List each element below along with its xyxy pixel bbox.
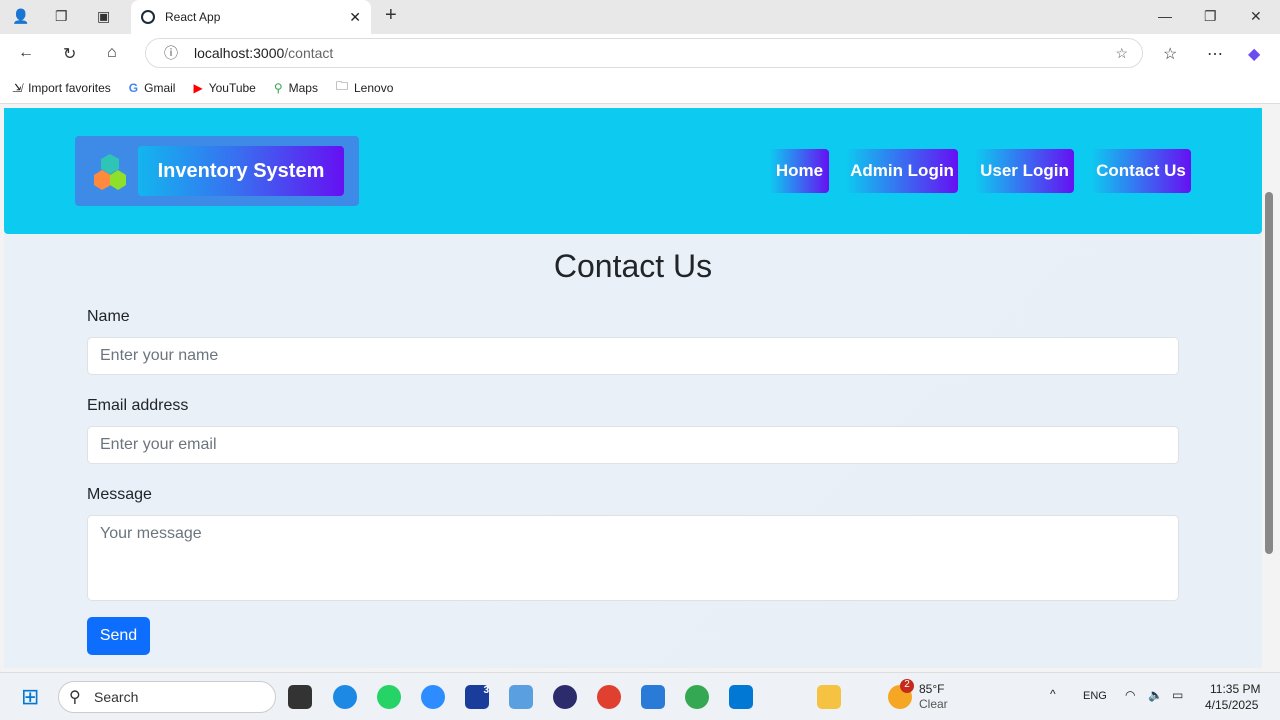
message-textarea[interactable]: Your message: [87, 515, 1179, 601]
whatsapp-icon[interactable]: [377, 685, 401, 709]
zoom-icon[interactable]: [421, 685, 445, 709]
navbar: Inventory System Home Admin Login User L…: [4, 108, 1262, 234]
cubes-logo-icon: [94, 154, 126, 190]
bookmark-import[interactable]: ⇲ Import favorites: [12, 81, 111, 95]
file-explorer-icon[interactable]: [817, 685, 841, 709]
wifi-icon[interactable]: ◠: [1125, 688, 1135, 702]
bookmark-label: Import favorites: [28, 80, 111, 95]
nav-contact-us[interactable]: Contact Us: [1091, 149, 1191, 193]
bookmark-lenovo[interactable]: 🗀 Lenovo: [336, 77, 393, 98]
close-tab-icon[interactable]: ✕: [349, 9, 361, 26]
bookmark-gmail[interactable]: G Gmail: [129, 81, 176, 95]
eclipse-icon[interactable]: [553, 685, 577, 709]
minimize-icon[interactable]: —: [1158, 8, 1172, 24]
clock-date[interactable]: 4/15/2025: [1205, 698, 1258, 712]
vscode-icon[interactable]: [729, 685, 753, 709]
brand[interactable]: Inventory System: [75, 136, 359, 206]
tab-actions-icon[interactable]: ▣: [97, 8, 110, 25]
contact-form: Name Enter your name Email address Enter…: [87, 308, 1179, 655]
chrome-icon[interactable]: [685, 685, 709, 709]
bookmarks-bar: ⇲ Import favorites G Gmail ▶ YouTube ⚲ Maps …: [0, 72, 1280, 104]
language-indicator[interactable]: ENG: [1083, 690, 1107, 702]
battery-icon[interactable]: ▭: [1172, 688, 1183, 702]
chevron-up-icon[interactable]: ^: [1050, 687, 1056, 701]
lenovo-l-icon[interactable]: 3: [465, 685, 489, 709]
notification-badge: 3: [483, 685, 489, 696]
bookmark-label: Maps: [288, 80, 318, 95]
weather-desc: Clear: [919, 697, 948, 711]
close-window-icon[interactable]: ✕: [1250, 8, 1262, 25]
restore-icon[interactable]: ❐: [1204, 8, 1217, 25]
workspaces-icon[interactable]: ❐: [55, 8, 68, 25]
bookmark-maps[interactable]: ⚲ Maps: [274, 81, 318, 95]
tab-react-app[interactable]: React App ✕: [131, 0, 371, 34]
favorites-icon[interactable]: ☆: [1163, 44, 1177, 64]
url-path: /contact: [284, 45, 334, 61]
page-title: Contact Us: [553, 248, 713, 284]
taskbar-search[interactable]: ⚲ Search: [58, 681, 276, 713]
bookmark-youtube[interactable]: ▶ YouTube: [193, 81, 255, 95]
bookmark-label: Gmail: [144, 80, 176, 95]
bookmark-label: YouTube: [208, 80, 256, 95]
scrollbar-thumb[interactable]: [1265, 192, 1273, 554]
task-view-icon[interactable]: [288, 685, 312, 709]
back-icon[interactable]: ←: [18, 44, 34, 62]
weather-badge: 2: [900, 679, 914, 693]
chrome-profile-icon[interactable]: [597, 685, 621, 709]
name-label: Name: [87, 308, 130, 325]
edge-icon[interactable]: [333, 685, 357, 709]
brand-title: Inventory System: [138, 146, 344, 196]
email-label: Email address: [87, 397, 189, 414]
clock-time[interactable]: 11:35 PM: [1210, 682, 1260, 696]
info-icon: ⓘ: [164, 45, 178, 61]
url-host: localhost:3000: [194, 45, 285, 61]
tab-bar: 👤 ❐ ▣ React App ✕ + — ❐ ✕: [0, 0, 1280, 34]
profile-icon[interactable]: 👤: [12, 8, 29, 25]
nav-admin-login[interactable]: Admin Login: [846, 149, 958, 193]
windows-start-icon[interactable]: ⊞: [21, 684, 39, 710]
import-icon: ⇲: [12, 80, 23, 95]
search-icon: ⚲: [69, 689, 81, 706]
bookmark-label: Lenovo: [354, 80, 394, 95]
google-icon: G: [128, 80, 139, 95]
address-bar-row: ← ↻ ⌂ ⓘ localhost:3000/contact ☆ ☆ ⋯ ◆: [0, 34, 1280, 72]
youtube-icon: ▶: [193, 80, 203, 95]
tab-title: React App: [165, 10, 221, 24]
name-input[interactable]: Enter your name: [87, 337, 1179, 375]
email-input[interactable]: Enter your email: [87, 426, 1179, 464]
maps-pin-icon: ⚲: [273, 80, 283, 95]
favorite-star-icon[interactable]: ☆: [1115, 45, 1128, 62]
nav-user-login[interactable]: User Login: [975, 149, 1074, 193]
nav-home[interactable]: Home: [770, 149, 829, 193]
power-automate-icon[interactable]: [509, 685, 533, 709]
weather-temp: 85°F: [919, 682, 945, 696]
photos-icon[interactable]: [641, 685, 665, 709]
more-icon[interactable]: ⋯: [1207, 44, 1223, 64]
message-label: Message: [87, 486, 152, 503]
home-icon[interactable]: ⌂: [107, 44, 117, 62]
scrollbar[interactable]: [1262, 108, 1280, 668]
folder-icon: 🗀: [335, 79, 348, 93]
taskbar: ⊞ ⚲ Search 3 2 85°F Clear ^ ENG ◠ 🔈 ▭ 11…: [0, 672, 1280, 720]
react-icon: [141, 10, 155, 24]
refresh-icon[interactable]: ↻: [63, 44, 76, 64]
page-content: Inventory System Home Admin Login User L…: [4, 108, 1262, 668]
new-tab-icon[interactable]: +: [385, 4, 397, 27]
url-input[interactable]: ⓘ localhost:3000/contact ☆: [145, 38, 1143, 68]
send-button[interactable]: Send: [87, 617, 150, 655]
volume-icon[interactable]: 🔈: [1148, 688, 1163, 702]
search-label: Search: [94, 689, 139, 705]
copilot-icon[interactable]: ◆: [1248, 44, 1260, 64]
